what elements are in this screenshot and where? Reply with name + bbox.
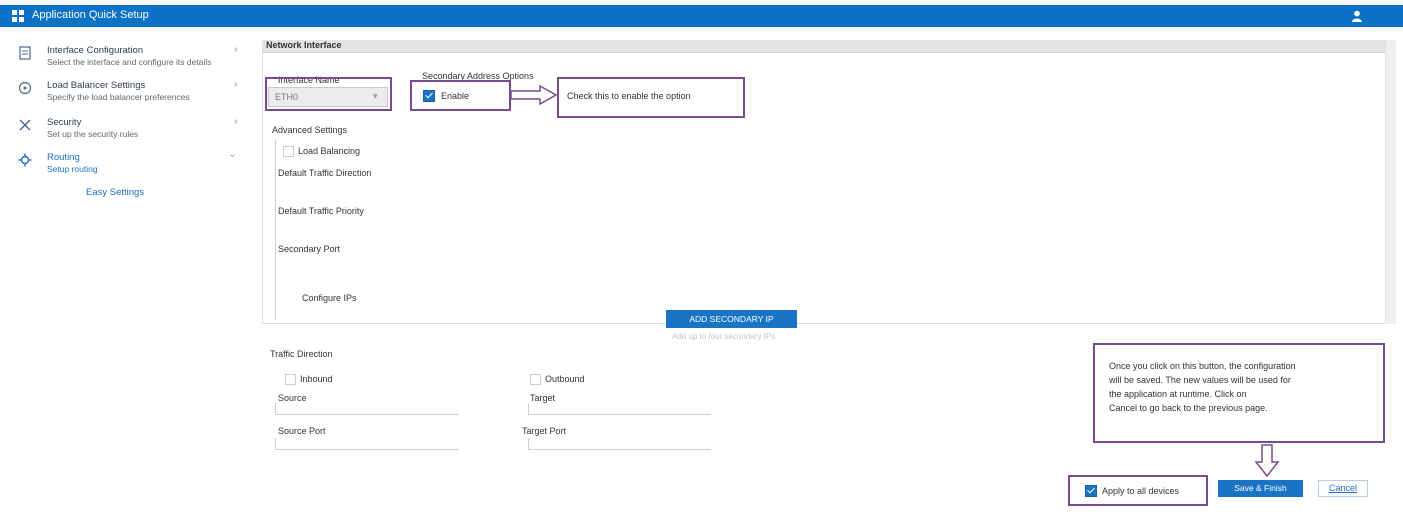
callout-save-line: Once you click on this button, the confi… xyxy=(1109,361,1296,371)
sidebar-item-title: Load Balancer Settings xyxy=(47,80,146,91)
cancel-link[interactable]: Cancel xyxy=(1318,480,1368,497)
sidebar-item-desc: Set up the security rules xyxy=(47,129,139,139)
inbound-label: Inbound xyxy=(300,374,333,384)
callout-checkbox-text: Check this to enable the option xyxy=(567,91,691,101)
panel-scrollbar[interactable] xyxy=(1385,40,1396,324)
sidebar-item-title: Security xyxy=(47,117,82,128)
user-icon[interactable] xyxy=(1350,9,1364,23)
configure-ips-label: Configure IPs xyxy=(302,293,357,303)
add-hint-text: Add up to four secondary IPs xyxy=(672,332,776,341)
callout-save-line: the application at runtime. Click on xyxy=(1109,389,1247,399)
chevron-right-icon: › xyxy=(234,116,238,127)
apply-all-label: Apply to all devices xyxy=(1102,486,1180,496)
traffic-priority-input[interactable] xyxy=(275,220,276,232)
target-label: Target xyxy=(530,393,556,403)
arrow-down-icon xyxy=(1254,444,1280,478)
load-balancing-toggle[interactable] xyxy=(283,146,294,157)
save-finish-button[interactable]: Save & Finish xyxy=(1218,480,1303,497)
source-port-label: Source Port xyxy=(278,426,326,436)
panel-header: Network Interface xyxy=(262,40,1385,53)
sidebar-subitem-easy-settings[interactable]: Easy Settings xyxy=(86,187,144,198)
source-input[interactable] xyxy=(275,403,459,415)
app-title: Application Quick Setup xyxy=(32,9,149,21)
enable-checkbox-label: Enable xyxy=(441,91,470,101)
document-icon xyxy=(19,46,31,60)
outbound-label: Outbound xyxy=(545,374,585,384)
add-secondary-ip-button[interactable]: ADD SECONDARY IP xyxy=(666,310,797,328)
chevron-right-icon: › xyxy=(234,44,238,55)
field-label: Default Traffic Priority xyxy=(278,206,364,216)
inbound-checkbox[interactable] xyxy=(285,374,296,385)
target-input[interactable] xyxy=(528,403,711,415)
sidebar-item-desc: Select the interface and configure its d… xyxy=(47,57,212,67)
target-port-input[interactable] xyxy=(528,438,711,450)
app-header: Application Quick Setup xyxy=(0,5,1403,27)
callout-save-line: will be saved. The new values will be us… xyxy=(1109,375,1291,385)
traffic-direction-input[interactable] xyxy=(275,182,276,194)
traffic-direction-label: Traffic Direction xyxy=(270,349,333,359)
secondary-port-input[interactable] xyxy=(275,258,276,270)
target-port-label: Target Port xyxy=(522,426,567,436)
callout-save-line: Cancel to go back to the previous page. xyxy=(1109,403,1268,413)
gear-icon xyxy=(18,153,32,167)
load-balancing-label: Load Balancing xyxy=(298,146,361,156)
source-port-input[interactable] xyxy=(275,438,459,450)
callout-save: Once you click on this button, the confi… xyxy=(1093,343,1385,443)
outbound-checkbox[interactable] xyxy=(530,374,541,385)
panel-title: Network Interface xyxy=(266,40,342,50)
field-label: Secondary Port xyxy=(278,244,341,254)
source-label: Source xyxy=(278,393,307,403)
chevron-down-icon: › xyxy=(227,153,239,158)
chevron-right-icon: › xyxy=(234,79,238,90)
tools-icon xyxy=(19,119,31,131)
sidebar-item-title: Interface Configuration xyxy=(47,45,144,56)
apply-all-checkbox[interactable] xyxy=(1085,485,1097,497)
circle-icon xyxy=(18,81,32,95)
enable-checkbox[interactable] xyxy=(423,90,435,102)
arrow-right-icon xyxy=(510,84,558,106)
sidebar-item-desc: Specify the load balancer preferences xyxy=(47,92,190,102)
grid-icon[interactable] xyxy=(12,10,24,22)
sidebar-item-desc: Setup routing xyxy=(47,164,98,174)
highlight-interface-name xyxy=(265,77,392,111)
sidebar-item-title: Routing xyxy=(47,152,80,163)
callout-checkbox: Check this to enable the option xyxy=(557,77,745,118)
advanced-settings-label: Advanced Settings xyxy=(272,125,348,135)
field-label: Default Traffic Direction xyxy=(278,168,372,178)
